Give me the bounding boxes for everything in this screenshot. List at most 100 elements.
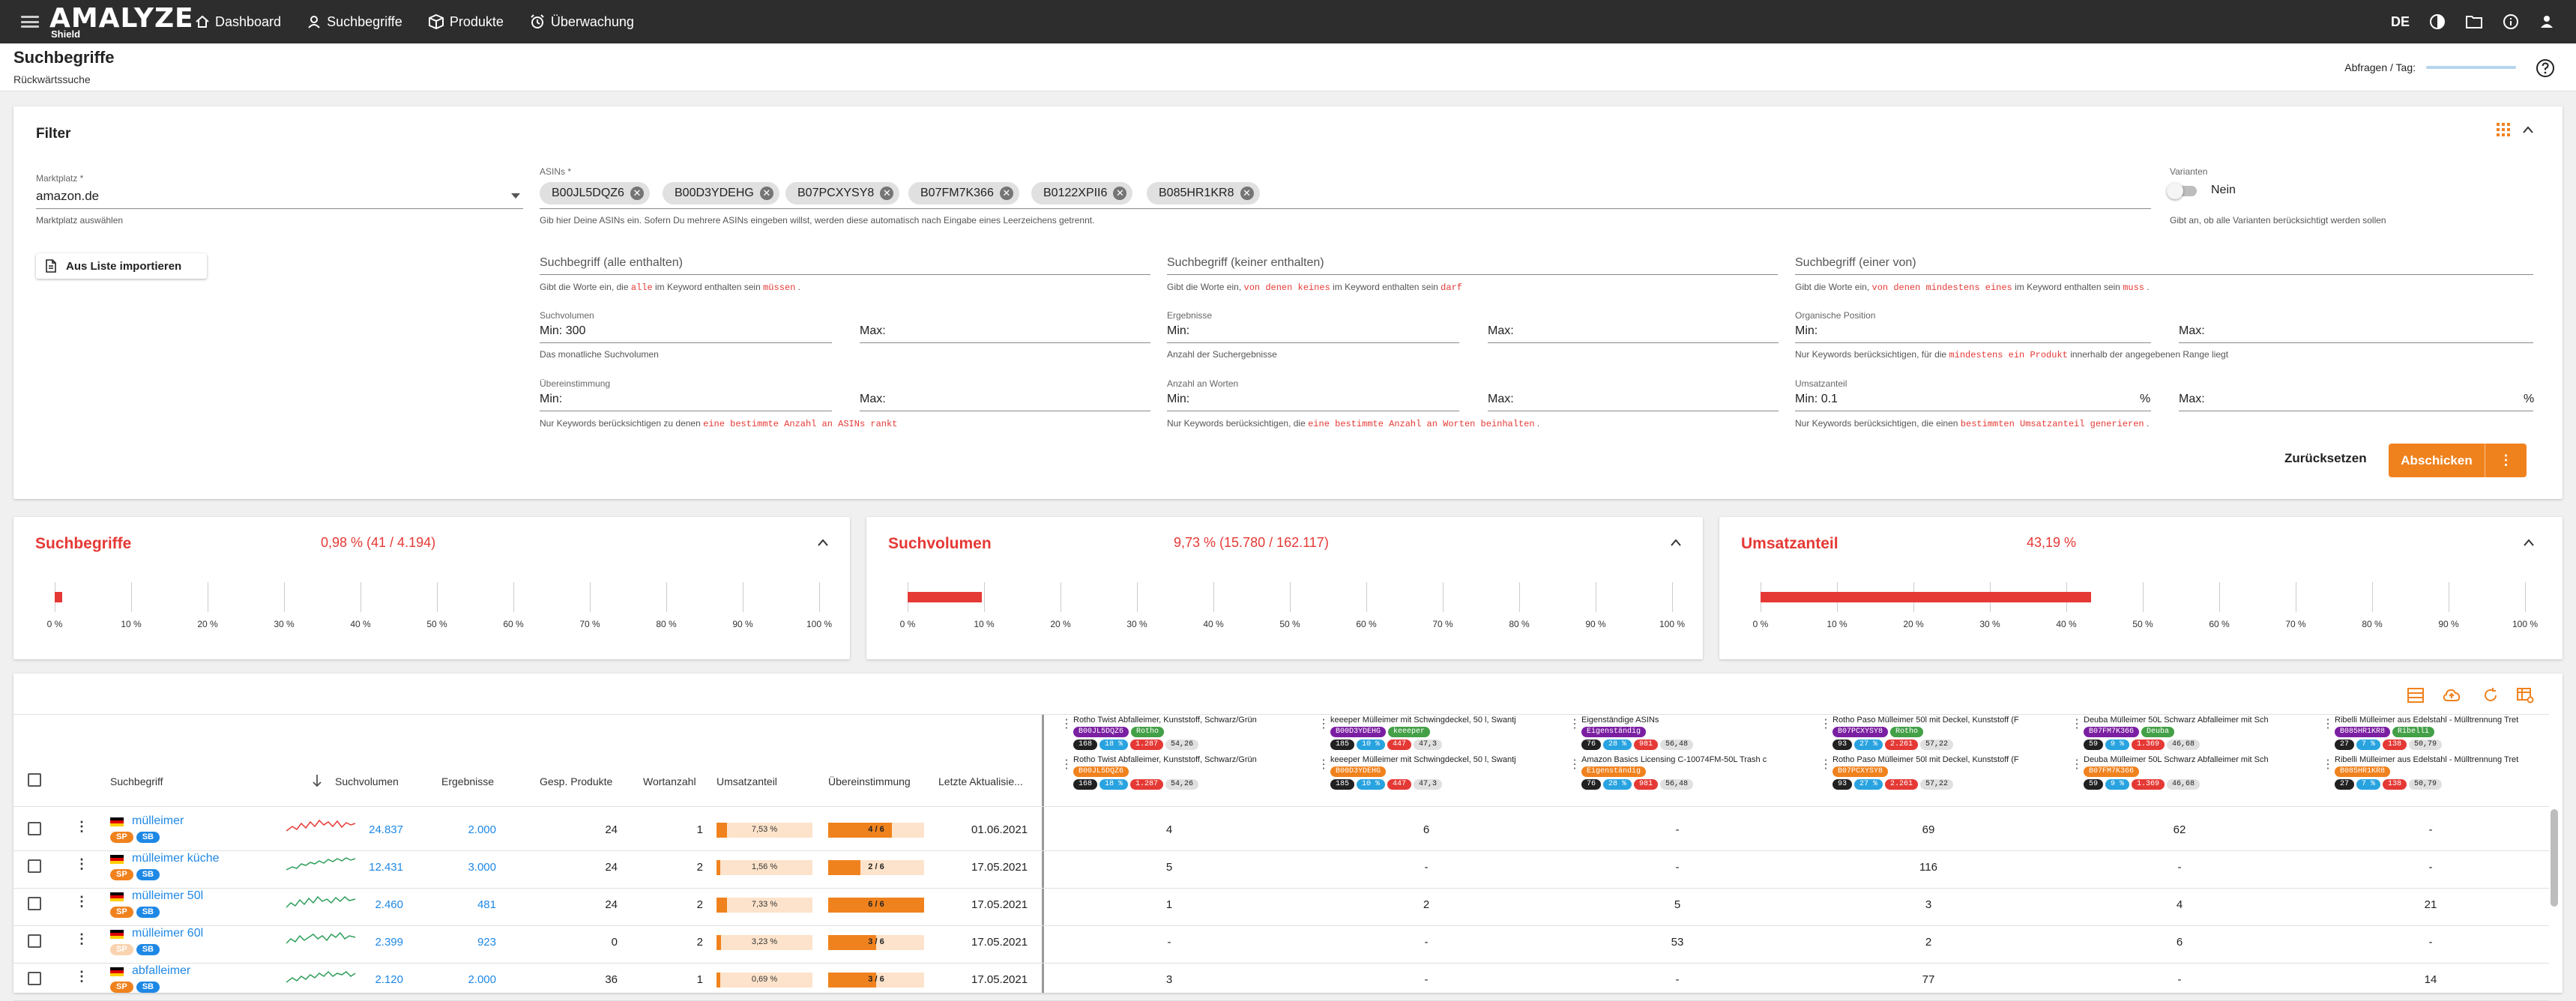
column-menu-icon[interactable]: ⋮ bbox=[1820, 716, 1832, 731]
product-header[interactable]: Eigenständige ASINs Eigenständig 76 28 % 981… bbox=[1581, 716, 1814, 750]
uebereinstimmung-min[interactable]: Min: bbox=[540, 393, 562, 406]
cloud-upload-icon[interactable] bbox=[2442, 686, 2461, 704]
umsatzanteil-min[interactable]: Min: 0.1 bbox=[1795, 393, 1838, 406]
close-icon[interactable]: ✕ bbox=[999, 187, 1013, 200]
chevron-up-icon[interactable] bbox=[2522, 124, 2534, 135]
results-link[interactable]: 481 bbox=[442, 898, 496, 911]
column-header-gesp[interactable]: Gesp. Produkte bbox=[540, 775, 612, 787]
help-icon[interactable] bbox=[2536, 58, 2555, 78]
product-subheader[interactable]: Rotho Paso Mülleimer 50l mit Deckel, Kun… bbox=[1833, 755, 2065, 790]
reset-button[interactable]: Zurücksetzen bbox=[2284, 451, 2367, 466]
nav-produkte[interactable]: Produkte bbox=[428, 13, 504, 30]
product-subheader[interactable]: Rotho Twist Abfalleimer, Kunststoff, Sch… bbox=[1073, 755, 1306, 790]
column-menu-icon[interactable]: ⋮ bbox=[2322, 716, 2334, 731]
search-volume-link[interactable]: 24.837 bbox=[361, 823, 403, 836]
row-menu-icon[interactable]: ⋮ bbox=[75, 894, 88, 910]
column-header-umsatzanteil[interactable]: Umsatzanteil bbox=[717, 775, 777, 787]
dropdown-arrow-icon[interactable] bbox=[511, 193, 520, 199]
search-volume-link[interactable]: 2.120 bbox=[361, 973, 403, 986]
asin-chip[interactable]: B0122XPII6 ✕ bbox=[1031, 182, 1133, 205]
keyword-link[interactable]: mülleimer 50l bbox=[132, 889, 203, 903]
row-menu-icon[interactable]: ⋮ bbox=[75, 969, 88, 985]
row-checkbox[interactable] bbox=[28, 934, 41, 948]
asin-chip[interactable]: B085HR1KR8 ✕ bbox=[1147, 182, 1260, 205]
column-header-suchvolumen[interactable]: Suchvolumen bbox=[335, 775, 399, 787]
product-subheader[interactable]: Deuba Mülleimer 50L Schwarz Abfalleimer … bbox=[2084, 755, 2316, 790]
column-header-suchbegriff[interactable]: Suchbegriff bbox=[110, 775, 163, 787]
suchvolumen-max[interactable]: Max: bbox=[860, 324, 886, 338]
asin-chip[interactable]: B07PCXYSY8 ✕ bbox=[785, 182, 900, 205]
select-all-checkbox[interactable] bbox=[28, 773, 41, 787]
sort-arrow-icon[interactable] bbox=[312, 774, 322, 787]
row-checkbox[interactable] bbox=[28, 897, 41, 910]
account-icon[interactable] bbox=[2539, 13, 2555, 30]
product-header[interactable]: Deuba Mülleimer 50L Schwarz Abfalleimer … bbox=[2084, 716, 2316, 750]
column-menu-icon[interactable]: ⋮ bbox=[1318, 757, 1330, 772]
product-header[interactable]: Rotho Twist Abfalleimer, Kunststoff, Sch… bbox=[1073, 716, 1306, 750]
search-volume-link[interactable]: 2.399 bbox=[361, 936, 403, 949]
keyword-link[interactable]: abfalleimer bbox=[132, 964, 190, 978]
ergebnisse-max[interactable]: Max: bbox=[1488, 324, 1514, 338]
kw-none-input[interactable]: Suchbegriff (keiner enthalten) bbox=[1167, 256, 1324, 270]
row-checkbox[interactable] bbox=[28, 859, 41, 873]
row-menu-icon[interactable]: ⋮ bbox=[75, 856, 88, 872]
umsatzanteil-max[interactable]: Max: bbox=[2179, 393, 2205, 406]
product-subheader[interactable]: Amazon Basics Licensing C-10074FM-50L Tr… bbox=[1581, 755, 1814, 790]
close-icon[interactable]: ✕ bbox=[1240, 187, 1254, 200]
chevron-up-icon[interactable] bbox=[1670, 536, 1682, 548]
nav-dashboard[interactable]: Dashboard bbox=[195, 14, 281, 30]
menu-icon[interactable] bbox=[21, 16, 39, 28]
uebereinstimmung-max[interactable]: Max: bbox=[860, 393, 886, 406]
vertical-scrollbar[interactable] bbox=[2551, 809, 2558, 907]
language-switch[interactable]: DE bbox=[2391, 14, 2410, 30]
marketplace-select[interactable]: amazon.de bbox=[36, 189, 99, 204]
row-menu-icon[interactable]: ⋮ bbox=[75, 819, 88, 835]
chevron-up-icon[interactable] bbox=[817, 536, 829, 548]
product-header[interactable]: Rotho Paso Mülleimer 50l mit Deckel, Kun… bbox=[1833, 716, 2065, 750]
column-menu-icon[interactable]: ⋮ bbox=[1061, 757, 1073, 772]
column-menu-icon[interactable]: ⋮ bbox=[1820, 757, 1832, 772]
anzahl-worte-min[interactable]: Min: bbox=[1167, 393, 1189, 406]
asin-chip[interactable]: B00JL5DQZ6 ✕ bbox=[540, 182, 650, 205]
nav-suchbegriffe[interactable]: Suchbegriffe bbox=[307, 14, 402, 30]
results-link[interactable]: 2.000 bbox=[442, 823, 496, 836]
row-checkbox[interactable] bbox=[28, 972, 41, 985]
results-link[interactable]: 2.000 bbox=[442, 973, 496, 986]
column-menu-icon[interactable]: ⋮ bbox=[1061, 716, 1073, 731]
grid-icon[interactable] bbox=[2496, 122, 2511, 137]
info-icon[interactable] bbox=[2503, 13, 2519, 30]
close-icon[interactable]: ✕ bbox=[630, 187, 644, 200]
chevron-up-icon[interactable] bbox=[2523, 536, 2535, 548]
ergebnisse-min[interactable]: Min: bbox=[1167, 324, 1189, 338]
column-header-wortanzahl[interactable]: Wortanzahl bbox=[643, 775, 696, 787]
column-menu-icon[interactable]: ⋮ bbox=[2071, 757, 2083, 772]
column-menu-icon[interactable]: ⋮ bbox=[1569, 716, 1581, 731]
results-link[interactable]: 923 bbox=[442, 936, 496, 949]
keyword-link[interactable]: mülleimer bbox=[132, 814, 184, 828]
abfragen-slider[interactable]: Abfragen / Tag: bbox=[2344, 61, 2516, 73]
logo[interactable]: AMALYZE Shield bbox=[49, 3, 193, 40]
column-header-letzte[interactable]: Letzte Aktualisie... bbox=[938, 775, 1023, 787]
column-menu-icon[interactable]: ⋮ bbox=[1569, 757, 1581, 772]
close-icon[interactable]: ✕ bbox=[1113, 187, 1127, 200]
column-header-uebereinstimmung[interactable]: Übereinstimmung bbox=[828, 775, 911, 787]
close-icon[interactable]: ✕ bbox=[759, 187, 773, 200]
column-menu-icon[interactable]: ⋮ bbox=[2322, 757, 2334, 772]
anzahl-worte-max[interactable]: Max: bbox=[1488, 393, 1514, 406]
nav-ueberwachung[interactable]: Überwachung bbox=[529, 13, 634, 30]
keyword-link[interactable]: mülleimer küche bbox=[132, 852, 219, 865]
submit-button[interactable]: Abschicken ⋮ bbox=[2389, 444, 2527, 477]
import-list-button[interactable]: Aus Liste importieren bbox=[36, 253, 207, 279]
row-checkbox[interactable] bbox=[28, 822, 41, 835]
product-subheader[interactable]: Ribelli Mülleimer aus Edelstahl - Mülltr… bbox=[2335, 755, 2567, 790]
asin-chip[interactable]: B07FM7K366 ✕ bbox=[908, 182, 1019, 205]
table-icon[interactable] bbox=[2406, 686, 2425, 704]
org-position-min[interactable]: Min: bbox=[1795, 324, 1818, 338]
keyword-link[interactable]: mülleimer 60l bbox=[132, 927, 203, 940]
column-menu-icon[interactable]: ⋮ bbox=[2071, 716, 2083, 731]
asin-chip[interactable]: B00D3YDEHG ✕ bbox=[663, 182, 779, 205]
asins-input[interactable] bbox=[540, 208, 2151, 209]
column-header-ergebnisse[interactable]: Ergebnisse bbox=[441, 775, 494, 787]
column-menu-icon[interactable]: ⋮ bbox=[1318, 716, 1330, 731]
product-header[interactable]: keeeper Mülleimer mit Schwingdeckel, 50 … bbox=[1330, 716, 1563, 750]
